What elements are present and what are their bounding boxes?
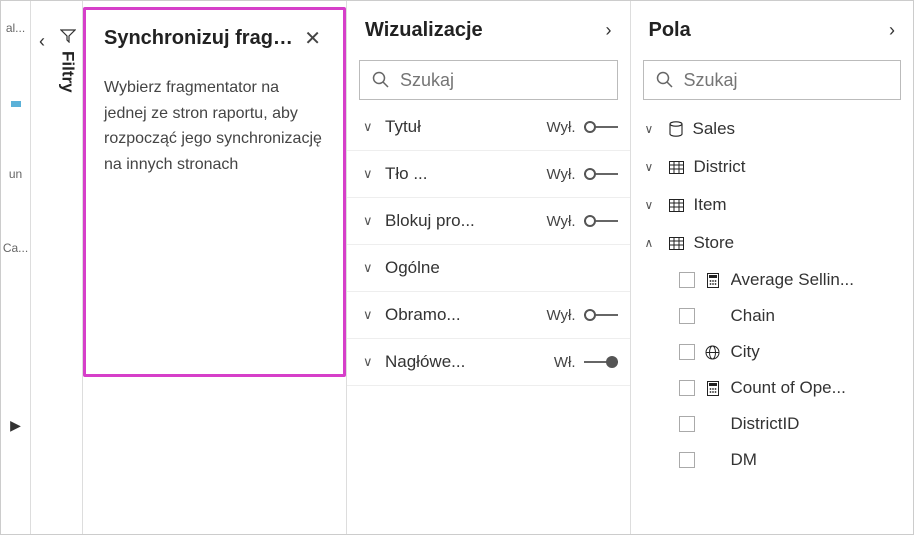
visualizations-title: Wizualizacje [365, 19, 483, 42]
table-name: Item [694, 195, 727, 215]
property-label: Nagłówe... [385, 352, 546, 372]
canvas-label: un [9, 167, 22, 181]
filters-label: Filtry [58, 51, 78, 93]
filter-icon [60, 29, 76, 43]
table-icon [669, 199, 684, 212]
table-row[interactable]: ∨ Sales [631, 110, 914, 148]
filters-pane-collapsed[interactable]: Filtry [53, 1, 83, 534]
toggle-switch[interactable] [584, 120, 618, 134]
table-icon [669, 121, 683, 137]
canvas-label: al... [6, 21, 25, 35]
format-property-row[interactable]: ∨ Nagłówe... Wł. [347, 339, 630, 386]
field-checkbox[interactable] [679, 416, 695, 432]
next-page-arrow-icon[interactable]: ▶ [10, 417, 21, 434]
field-checkbox[interactable] [679, 380, 695, 396]
toggle-switch[interactable] [584, 214, 618, 228]
field-row[interactable]: Average Sellin... [631, 262, 914, 298]
field-checkbox[interactable] [679, 308, 695, 324]
search-icon [372, 71, 390, 89]
table-row[interactable]: ∨ Item [631, 186, 914, 224]
toggle-state-label: Wył. [546, 307, 575, 324]
field-checkbox[interactable] [679, 452, 695, 468]
table-row[interactable]: ∧ Store [631, 224, 914, 262]
format-property-row[interactable]: ∨ Tło ... Wył. [347, 151, 630, 198]
toggle-state-label: Wył. [546, 166, 575, 183]
table-name: Sales [693, 119, 736, 139]
chevron-down-icon: ∨ [363, 166, 377, 182]
chevron-down-icon: ∨ [363, 213, 377, 229]
field-name: DistrictID [731, 414, 904, 434]
field-row[interactable]: Chain [631, 298, 914, 334]
table-name: District [694, 157, 746, 177]
field-checkbox[interactable] [679, 344, 695, 360]
search-input[interactable] [400, 70, 632, 91]
property-label: Obramo... [385, 305, 538, 325]
toggle-state-label: Wył. [546, 213, 575, 230]
canvas-edge: al... un Ca... ▶ [1, 1, 31, 534]
fields-pane: Pola › ∨ Sales∨ District∨ It [630, 1, 914, 534]
sync-pane-body: Wybierz fragmentator na jednej ze stron … [104, 75, 325, 177]
chevron-down-icon: ∨ [363, 119, 377, 135]
chevron-right-icon[interactable]: › [889, 20, 895, 41]
canvas-label: Ca... [3, 241, 28, 255]
table-row[interactable]: ∨ District [631, 148, 914, 186]
search-input[interactable] [684, 70, 914, 91]
field-name: City [731, 342, 904, 362]
format-property-row[interactable]: ∨ Tytuł Wył. [347, 104, 630, 151]
field-row[interactable]: City [631, 334, 914, 370]
close-icon[interactable]: ✕ [300, 26, 325, 51]
field-checkbox[interactable] [679, 272, 695, 288]
fields-search[interactable] [643, 60, 902, 100]
chevron-up-icon: ∧ [645, 236, 659, 250]
field-name: Count of Ope... [731, 378, 904, 398]
chevron-down-icon: ∨ [645, 122, 659, 136]
field-row[interactable]: DM [631, 442, 914, 478]
toggle-switch[interactable] [584, 167, 618, 181]
chevron-down-icon: ∨ [363, 354, 377, 370]
chevron-right-icon[interactable]: › [606, 20, 612, 41]
field-type-icon [705, 381, 721, 396]
visualizations-search[interactable] [359, 60, 618, 100]
toggle-state-label: Wył. [546, 119, 575, 136]
property-label: Tytuł [385, 117, 538, 137]
collapse-chevron-icon[interactable]: ‹ [31, 1, 53, 534]
format-property-row[interactable]: ∨ Obramo... Wył. [347, 292, 630, 339]
bar-icon [11, 101, 21, 107]
chevron-down-icon: ∨ [645, 198, 659, 212]
property-label: Blokuj pro... [385, 211, 538, 231]
field-row[interactable]: Count of Ope... [631, 370, 914, 406]
toggle-state-label: Wł. [554, 354, 576, 371]
fields-title: Pola [649, 19, 691, 42]
property-label: Tło ... [385, 164, 538, 184]
toggle-switch[interactable] [584, 308, 618, 322]
format-property-row[interactable]: ∨ Blokuj pro... Wył. [347, 198, 630, 245]
field-name: Chain [731, 306, 904, 326]
chevron-down-icon: ∨ [363, 260, 377, 276]
field-name: DM [731, 450, 904, 470]
visualizations-pane: Wizualizacje › ∨ Tytuł Wył. ∨ Tło ... Wył.… [346, 1, 630, 534]
field-name: Average Sellin... [731, 270, 904, 290]
sync-slicers-pane: Synchronizuj frag… ✕ Wybierz fragmentato… [83, 7, 346, 377]
field-type-icon [705, 273, 721, 288]
toggle-switch[interactable] [584, 355, 618, 369]
field-type-icon [705, 345, 721, 360]
chevron-down-icon: ∨ [363, 307, 377, 323]
table-icon [669, 237, 684, 250]
format-property-row[interactable]: ∨ Ogólne [347, 245, 630, 292]
sync-pane-title: Synchronizuj frag… [104, 27, 293, 50]
table-name: Store [694, 233, 735, 253]
property-label: Ogólne [385, 258, 618, 278]
table-icon [669, 161, 684, 174]
search-icon [656, 71, 674, 89]
field-row[interactable]: DistrictID [631, 406, 914, 442]
chevron-down-icon: ∨ [645, 160, 659, 174]
